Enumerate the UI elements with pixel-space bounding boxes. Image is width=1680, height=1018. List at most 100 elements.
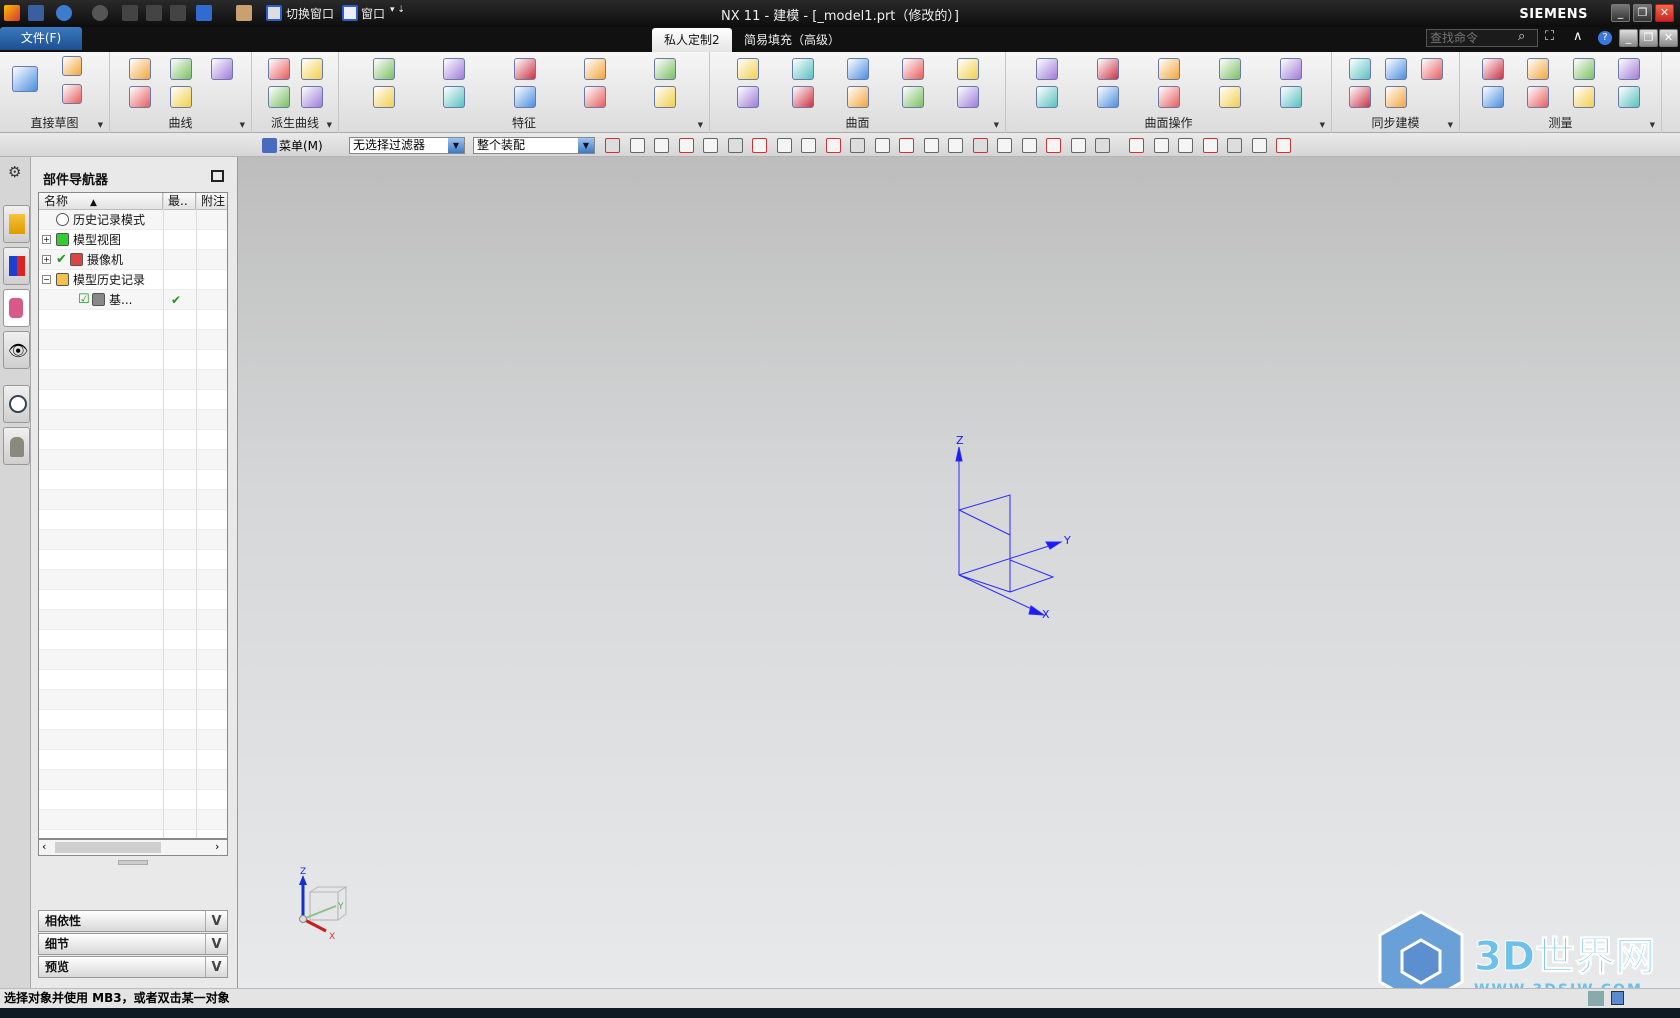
sketch-plane-icon[interactable]: [12, 66, 38, 92]
select-feature-icon[interactable]: [605, 138, 620, 153]
measure-length-icon[interactable]: [1618, 58, 1641, 80]
unite-icon[interactable]: [443, 86, 466, 108]
help-icon[interactable]: ?: [1598, 31, 1612, 45]
replace-face-icon[interactable]: [1421, 58, 1443, 80]
menu-icon[interactable]: [262, 138, 277, 153]
group-dropdown-icon[interactable]: ▼: [98, 121, 103, 129]
curve-snap-icon[interactable]: [923, 138, 939, 153]
selection-filter-icon[interactable]: [654, 138, 669, 153]
ruler-icon[interactable]: [1527, 86, 1550, 108]
column-header-notes[interactable]: 附注: [196, 193, 227, 210]
tab-private-custom[interactable]: 私人定制2: [652, 28, 732, 52]
edge-blend-icon[interactable]: [513, 86, 536, 108]
split-body-icon[interactable]: [1096, 86, 1119, 108]
tree-node[interactable]: + ✔ 摄像机: [39, 250, 227, 270]
expand-toggle-icon[interactable]: +: [42, 235, 51, 244]
point-snap-icon[interactable]: [801, 138, 816, 153]
circle-snap-icon[interactable]: [997, 138, 1012, 153]
bridge-surface-icon[interactable]: [1219, 58, 1242, 80]
doc-minimize-button[interactable]: _: [1619, 29, 1638, 47]
layer-icon[interactable]: [1251, 138, 1267, 153]
tree-node[interactable]: ☑ 基... ✔: [39, 290, 227, 310]
rectangle-select-icon[interactable]: [703, 138, 718, 153]
circle-arc-icon[interactable]: [210, 58, 233, 80]
scroll-left-icon[interactable]: ‹: [42, 840, 46, 853]
scrollbar-thumb[interactable]: [55, 842, 161, 853]
ruled-icon[interactable]: [847, 58, 869, 80]
visibility-check-icon[interactable]: ☑: [78, 290, 90, 310]
group-dropdown-icon[interactable]: ▼: [994, 121, 999, 129]
quadrant-icon[interactable]: [1021, 138, 1037, 153]
control-point-icon[interactable]: [874, 138, 890, 153]
chevron-down-icon[interactable]: V: [205, 957, 227, 977]
thicken-icon[interactable]: [1158, 58, 1180, 80]
zoom-icon[interactable]: [1153, 138, 1169, 153]
transform-icon[interactable]: [1280, 86, 1303, 108]
horizontal-scrollbar[interactable]: ‹ ›: [38, 839, 228, 856]
draft-icon[interactable]: [583, 86, 606, 108]
grid-surface-icon[interactable]: [957, 86, 980, 108]
chevron-down-icon[interactable]: V: [205, 934, 227, 954]
group-dropdown-icon[interactable]: ▼: [1650, 121, 1655, 129]
column-header-name[interactable]: 名称 ▲: [39, 193, 163, 210]
search-icon[interactable]: ⌕: [1518, 29, 1525, 44]
studio-surface-icon[interactable]: [791, 86, 814, 108]
angle-icon[interactable]: [1572, 86, 1595, 108]
intersect-curve-icon[interactable]: [301, 58, 324, 80]
group-dropdown-icon[interactable]: ▼: [1320, 121, 1325, 129]
sketch-new-icon[interactable]: [62, 56, 82, 76]
chamfer-icon[interactable]: [583, 58, 606, 80]
circle-icon[interactable]: [62, 84, 82, 104]
face-icon[interactable]: [1070, 138, 1086, 153]
snap-icon[interactable]: [629, 138, 645, 153]
group-dropdown-icon[interactable]: ▼: [698, 121, 703, 129]
intersection-icon[interactable]: [948, 138, 963, 153]
part-navigator-tab[interactable]: [3, 289, 30, 327]
law-extension-icon[interactable]: [1158, 86, 1180, 108]
box-body-icon[interactable]: [1481, 86, 1504, 108]
extend-sheet-icon[interactable]: [1096, 58, 1119, 80]
point-on-curve-icon[interactable]: [1046, 138, 1061, 153]
offset-curve-icon[interactable]: [267, 58, 290, 80]
sphere-icon[interactable]: [736, 58, 759, 80]
n-sided-icon[interactable]: [847, 86, 869, 108]
polyline-icon[interactable]: [170, 58, 192, 80]
four-point-surface-icon[interactable]: [902, 58, 925, 80]
roles-tab[interactable]: [3, 427, 30, 465]
delete-face-icon[interactable]: [1385, 58, 1407, 80]
info-icon[interactable]: [1572, 58, 1595, 80]
rotate-icon[interactable]: [1178, 138, 1193, 153]
trim-body-icon[interactable]: [1035, 86, 1058, 108]
tree-node[interactable]: 历史记录模式: [39, 210, 227, 230]
shell-icon[interactable]: [513, 58, 536, 80]
tree-node[interactable]: − 模型历史记录: [39, 270, 227, 290]
expand-toggle-icon[interactable]: −: [42, 275, 51, 284]
tab-easy-fill[interactable]: 简易填充（高级）: [732, 28, 852, 52]
section-preview[interactable]: 预览 V: [38, 956, 228, 978]
measure-distance-icon[interactable]: [1527, 58, 1550, 80]
boss-icon[interactable]: [653, 86, 676, 108]
pattern-icon[interactable]: [443, 58, 466, 80]
swept-icon[interactable]: [957, 58, 980, 80]
type-filter-select[interactable]: 无选择过滤器 ▼: [349, 137, 465, 154]
group-dropdown-icon[interactable]: ▼: [240, 121, 245, 129]
offset-surface-icon[interactable]: [1035, 58, 1058, 80]
fullscreen-icon[interactable]: ⛶: [1545, 29, 1554, 44]
doc-close-button[interactable]: ✕: [1659, 29, 1678, 47]
render-style-icon[interactable]: [1227, 138, 1242, 153]
settings-gear-icon[interactable]: ⚙: [8, 163, 21, 181]
point-cross-icon[interactable]: [129, 58, 152, 80]
pull-face-icon[interactable]: [1349, 86, 1371, 108]
doc-restore-button[interactable]: ❐: [1639, 29, 1658, 47]
line-icon[interactable]: [129, 86, 152, 108]
column-header-latest[interactable]: 最..: [163, 193, 196, 210]
through-curves-icon[interactable]: [791, 58, 814, 80]
block-icon[interactable]: [653, 58, 676, 80]
trim-sheet-icon[interactable]: [1280, 58, 1303, 80]
constraint-navigator-tab[interactable]: [3, 247, 30, 285]
collapse-ribbon-icon[interactable]: ∧: [1573, 29, 1583, 44]
visibility-check-icon[interactable]: ✔: [56, 250, 67, 270]
extrude-icon[interactable]: [373, 58, 396, 80]
bounding-body-icon[interactable]: [1481, 58, 1504, 80]
midpoint-icon[interactable]: [850, 138, 865, 153]
